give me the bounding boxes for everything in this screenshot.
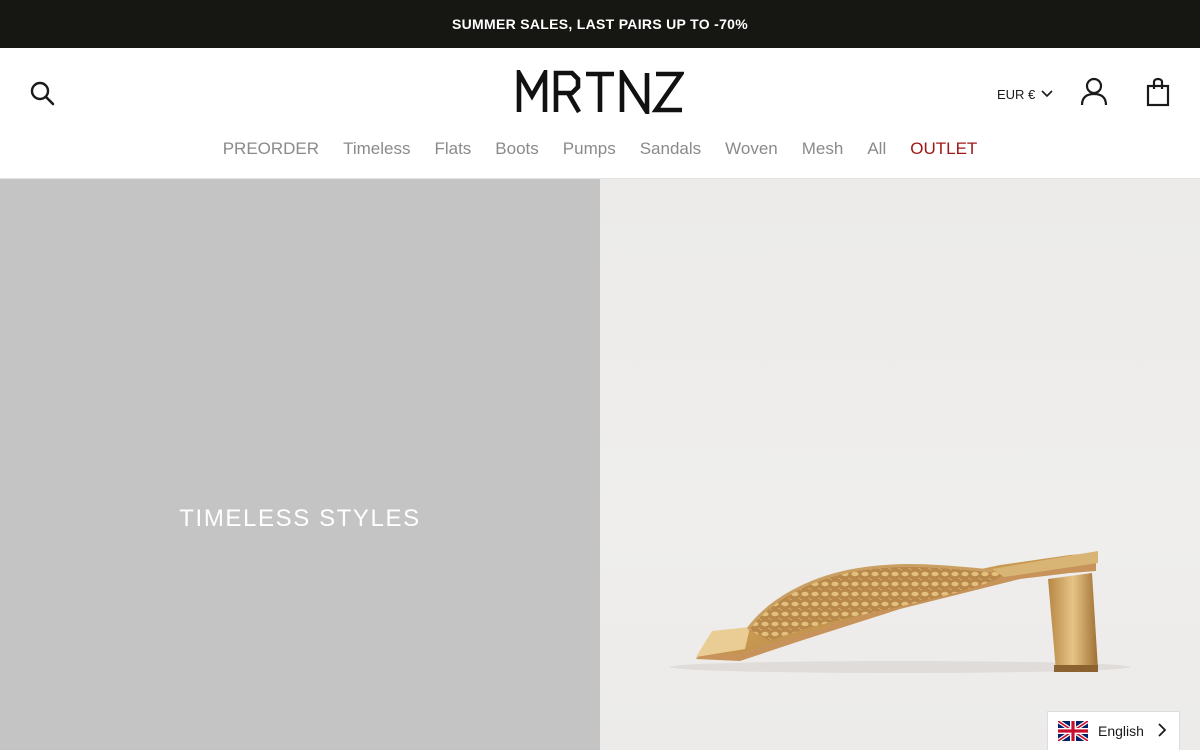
language-switcher[interactable]: English — [1047, 711, 1180, 750]
nav-item-pumps[interactable]: Pumps — [563, 137, 616, 163]
main-nav: PREORDER Timeless Flats Boots Pumps Sand… — [0, 137, 1200, 163]
currency-selector[interactable]: EUR € — [997, 84, 1053, 104]
nav-item-flats[interactable]: Flats — [434, 137, 471, 163]
user-icon — [1080, 77, 1108, 106]
nav-item-sandals[interactable]: Sandals — [640, 137, 701, 163]
chevron-down-icon — [1041, 90, 1053, 98]
hero-title: TIMELESS STYLES — [179, 505, 421, 532]
nav-item-preorder[interactable]: PREORDER — [223, 137, 319, 163]
site-header: EUR € PREORDER Timeless Flats Boots Pump… — [0, 48, 1200, 179]
cart-button[interactable] — [1144, 77, 1172, 107]
woven-mule-image — [670, 551, 1130, 673]
search-button[interactable] — [28, 79, 56, 107]
language-label: English — [1098, 723, 1144, 739]
announcement-bar: SUMMER SALES, LAST PAIRS UP TO -70% — [0, 0, 1200, 48]
brand-logo[interactable] — [516, 70, 684, 114]
nav-item-woven[interactable]: Woven — [725, 137, 778, 163]
shopping-bag-icon — [1146, 77, 1170, 107]
currency-label: EUR € — [997, 86, 1036, 102]
nav-item-all[interactable]: All — [867, 137, 886, 163]
search-icon — [30, 81, 55, 106]
nav-item-timeless[interactable]: Timeless — [343, 137, 410, 163]
nav-item-boots[interactable]: Boots — [495, 137, 538, 163]
uk-flag-icon — [1058, 721, 1088, 741]
account-button[interactable] — [1080, 77, 1108, 107]
announcement-text: SUMMER SALES, LAST PAIRS UP TO -70% — [452, 16, 748, 32]
chevron-right-icon — [1158, 723, 1167, 737]
nav-item-outlet[interactable]: OUTLET — [910, 137, 977, 163]
nav-item-mesh[interactable]: Mesh — [802, 137, 844, 163]
hero-timeless-panel[interactable]: TIMELESS STYLES — [0, 179, 600, 750]
hero-product-image[interactable] — [600, 179, 1200, 750]
